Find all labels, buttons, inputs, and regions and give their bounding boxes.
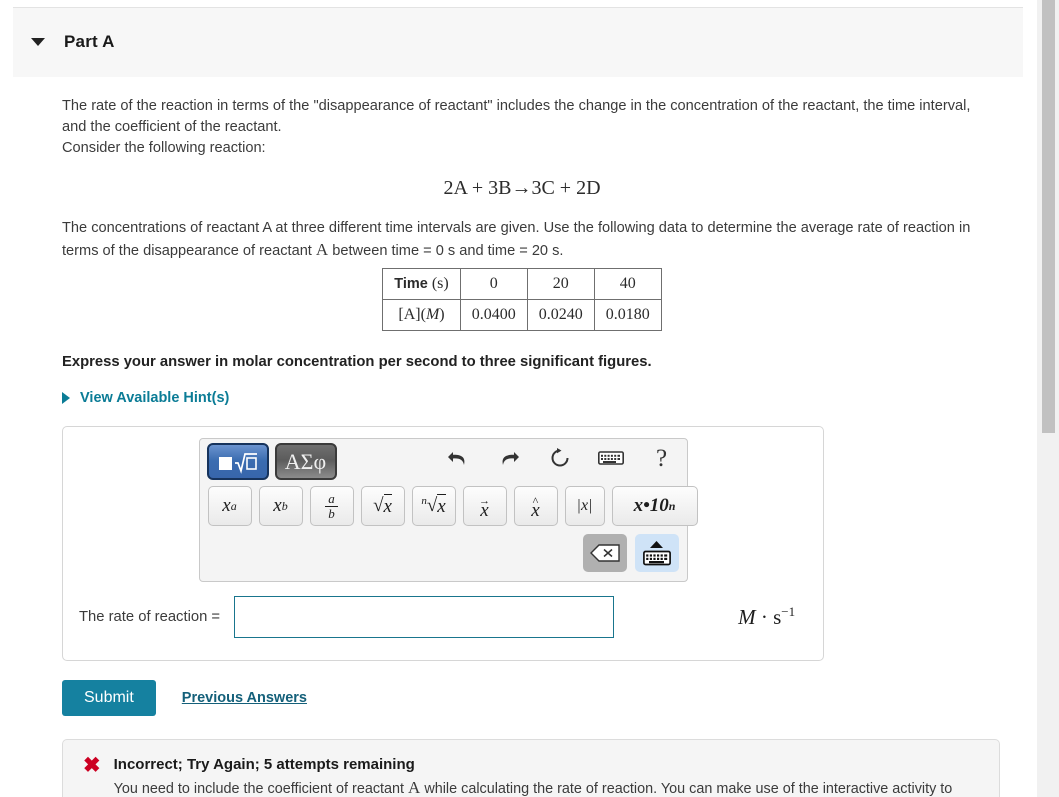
table-cell: 20 <box>526 268 595 300</box>
answer-label: The rate of reaction = <box>79 609 221 625</box>
table-cell: 0.0240 <box>526 299 595 331</box>
keyboard-up-icon <box>642 550 671 565</box>
previous-answers-link[interactable]: Previous Answers <box>182 690 307 706</box>
keyboard-toggle-button[interactable] <box>634 534 679 572</box>
page-content: Part A The rate of the reaction in terms… <box>0 0 1036 797</box>
data-table-wrapper: Time (s) 0 20 40 [A](M) 0.0400 0.0240 0.… <box>62 268 982 331</box>
intro-line-2: Consider the following reaction: <box>62 140 266 156</box>
action-row: Submit Previous Answers <box>62 680 1036 716</box>
math-toolbar-bottom-row <box>200 534 687 572</box>
answer-input[interactable] <box>234 596 615 638</box>
reactant-a-symbol: A <box>315 240 329 259</box>
concentration-table: Time (s) 0 20 40 [A](M) 0.0400 0.0240 0.… <box>382 268 662 331</box>
math-toolbar-top-row: ΑΣφ ? <box>199 439 687 483</box>
feedback-title: Incorrect; Try Again; 5 attempts remaini… <box>113 756 415 773</box>
feedback-body-a: You need to include the coefficient of r… <box>113 781 409 797</box>
concentration-row-label: [A](M) <box>382 299 461 331</box>
scrollbar-thumb[interactable] <box>1042 0 1055 433</box>
vector-button[interactable]: → x <box>462 486 507 526</box>
answer-card: ΑΣφ ? x a x b a b √ x n √ x → x ^ x |x| … <box>62 426 824 661</box>
conc-label-bracket: [A]( <box>398 306 426 323</box>
table-cell: 40 <box>593 268 662 300</box>
page-title: Part A <box>64 32 115 51</box>
table-row: Time (s) 0 20 40 <box>382 268 662 300</box>
data-intro-text-b: between time = 0 s and time = 20 s. <box>328 243 564 259</box>
part-header[interactable]: Part A <box>13 7 1023 77</box>
help-icon[interactable]: ? <box>649 445 675 471</box>
absolute-value-button[interactable]: |x| <box>564 486 605 526</box>
greek-tab-label: ΑΣφ <box>284 448 327 474</box>
answer-unit: M · s−1 <box>738 604 795 630</box>
square-root-button[interactable]: √ x <box>360 486 405 526</box>
view-hints-label: View Available Hint(s) <box>80 390 230 406</box>
time-row-label: Time (s) <box>382 268 461 300</box>
conc-label-close: ) <box>439 306 445 323</box>
caret-up-icon <box>650 540 663 548</box>
vertical-scrollbar[interactable] <box>1036 0 1059 797</box>
feedback-text-block: Incorrect; Try Again; 5 attempts remaini… <box>114 756 979 797</box>
view-hints-toggle[interactable]: View Available Hint(s) <box>62 390 229 406</box>
backspace-icon <box>589 544 620 562</box>
redo-icon[interactable] <box>496 445 522 471</box>
math-toolbar-icons: ? <box>445 445 675 471</box>
unit-dot: · <box>755 605 774 629</box>
hat-button[interactable]: ^ x <box>513 486 558 526</box>
table-cell: 0.0180 <box>593 299 662 331</box>
caret-down-icon[interactable] <box>31 38 45 46</box>
part-header-inner[interactable]: Part A <box>13 8 115 52</box>
conc-label-molar: M <box>425 306 440 323</box>
scientific-notation-button[interactable]: x•10 n <box>611 486 698 526</box>
math-template-tab[interactable] <box>206 443 269 480</box>
problem-body: The rate of the reaction in terms of the… <box>0 77 1036 797</box>
time-label-text: Time <box>394 276 428 292</box>
answer-instruction: Express your answer in molar concentrati… <box>62 354 652 370</box>
subscript-button[interactable]: xb <box>258 486 303 526</box>
superscript-button[interactable]: xa <box>207 486 252 526</box>
intro-paragraph: The rate of the reaction in terms of the… <box>62 77 997 159</box>
reaction-equation: 2A + 3B→3C + 2D <box>443 177 601 199</box>
math-toolbar: ΑΣφ ? x a x b a b √ x n √ x → x ^ x |x| … <box>198 438 698 582</box>
unit-exponent: −1 <box>781 604 796 619</box>
unit-molar: M <box>738 605 756 629</box>
feedback-reactant-a: A <box>408 778 421 797</box>
sqrt-box-icon <box>218 452 257 474</box>
math-symbol-row: xa xb ab √ x n √ x → x ^ x |x| x•10 n <box>200 486 698 526</box>
feedback-body: You need to include the coefficient of r… <box>114 777 979 797</box>
table-cell: 0 <box>459 268 528 300</box>
submit-button[interactable]: Submit <box>62 680 156 716</box>
nth-root-button[interactable]: n √ x <box>411 486 456 526</box>
reset-icon[interactable] <box>547 445 573 471</box>
fraction-button[interactable]: ab <box>309 486 354 526</box>
table-cell: 0.0400 <box>459 299 528 331</box>
time-label-unit: (s) <box>431 275 449 292</box>
feedback-box: ✖ Incorrect; Try Again; 5 attempts remai… <box>62 739 1000 797</box>
caret-right-icon[interactable] <box>62 392 70 404</box>
intro-line-1: The rate of the reaction in terms of the… <box>62 98 971 135</box>
greek-symbols-tab[interactable]: ΑΣφ <box>274 443 337 480</box>
keyboard-icon[interactable] <box>597 445 624 471</box>
x-mark-icon: ✖ <box>83 754 101 777</box>
answer-row: The rate of reaction = M · s−1 <box>63 582 823 660</box>
data-intro-paragraph: The concentrations of reactant A at thre… <box>62 200 997 262</box>
backspace-button[interactable] <box>582 534 627 572</box>
table-row: [A](M) 0.0400 0.0240 0.0180 <box>382 299 662 331</box>
undo-icon[interactable] <box>445 445 471 471</box>
